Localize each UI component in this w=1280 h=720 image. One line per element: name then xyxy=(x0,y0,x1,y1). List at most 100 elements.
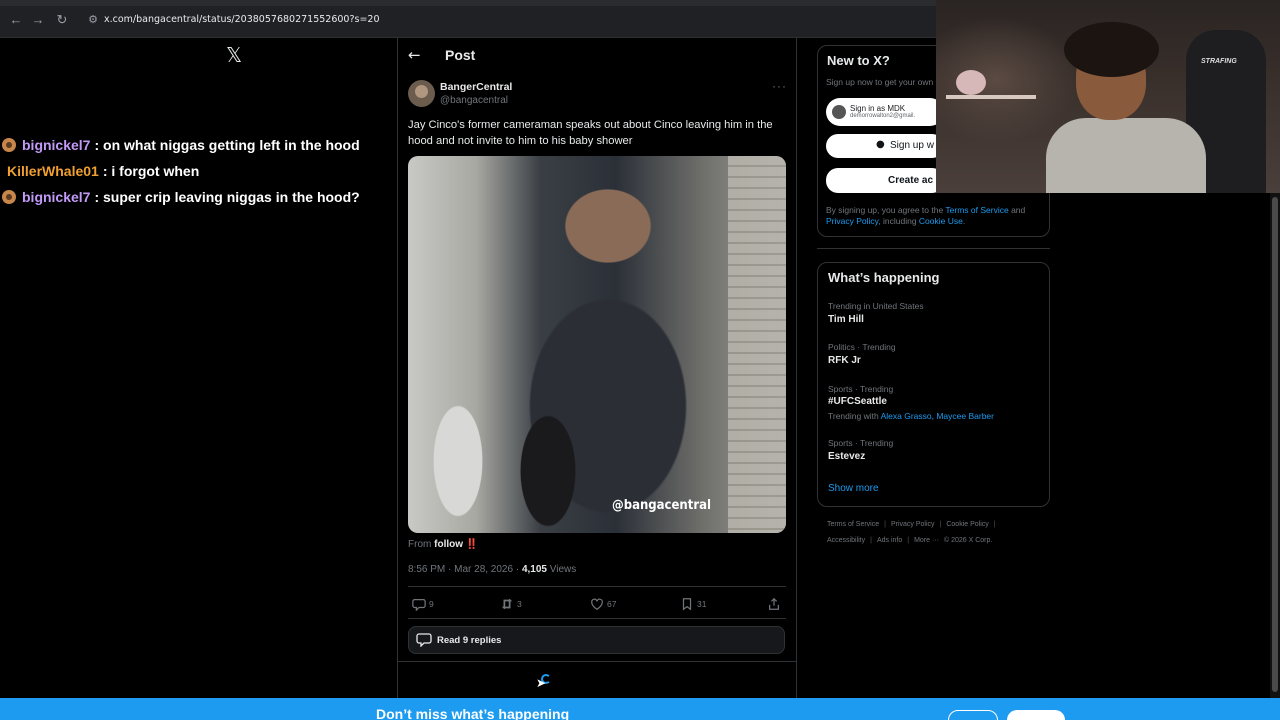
trend-category: Sports · Trending xyxy=(828,438,894,448)
footer-link[interactable]: Cookie Policy xyxy=(946,521,988,528)
trend-item[interactable]: #UFCSeattle xyxy=(828,396,887,407)
share-button[interactable] xyxy=(767,596,784,612)
post-meta: 8:56 PM · Mar 28, 2026 · 4,105 Views xyxy=(408,564,576,575)
post-time[interactable]: 8:56 PM · Mar 28, 2026 · xyxy=(408,564,522,575)
signup-subtitle: Sign up now to get your own xyxy=(826,77,934,87)
trend-category: Trending in United States xyxy=(828,301,924,311)
footer-link[interactable]: Ads info xyxy=(877,537,902,544)
views-count: 4,105 xyxy=(521,564,547,575)
chat-text: : super crip leaving niggas in the hood? xyxy=(94,189,360,205)
reply-bubble-icon xyxy=(416,633,432,647)
divider xyxy=(408,618,786,619)
terms-text: . xyxy=(962,216,966,226)
page-scrollbar[interactable] xyxy=(1270,193,1280,698)
footer-separator: | xyxy=(939,521,942,528)
banner-login-button[interactable] xyxy=(948,710,998,720)
forward-arrow-icon[interactable]: → xyxy=(30,12,46,28)
chat-message: bignickel7 : on what niggas getting left… xyxy=(2,132,382,158)
show-more-link[interactable]: Show more xyxy=(828,483,879,494)
url-text: x.com/bangacentral/status/20380576802715… xyxy=(104,14,380,25)
reply-icon xyxy=(412,599,426,611)
footer-separator: | xyxy=(884,521,886,528)
footer-links-row: Terms of Service | Privacy Policy | Cookie P… xyxy=(827,521,1037,528)
address-bar[interactable]: ⚙ x.com/bangacentral/status/203805768027… xyxy=(80,9,940,31)
trend-item[interactable]: Tim Hill xyxy=(828,314,864,325)
trend-item[interactable]: Estevez xyxy=(828,451,865,462)
terms-notice: By signing up, you agree to the Terms of… xyxy=(826,205,1041,227)
mouse-cursor-icon: ➤ xyxy=(536,676,547,690)
author-name[interactable]: BangerCentral xyxy=(440,81,512,93)
copyright: © 2026 X Corp. xyxy=(943,537,993,544)
x-logo-icon[interactable]: 𝕏 xyxy=(226,44,246,66)
from-name[interactable]: follow xyxy=(434,539,463,550)
terms-text: By signing up, you agree to the xyxy=(826,205,946,215)
bookmark-button[interactable]: 31 xyxy=(680,596,706,612)
create-account-button[interactable]: Create ac xyxy=(826,168,944,193)
reply-button[interactable]: 9 xyxy=(412,596,434,612)
column-divider xyxy=(796,38,797,698)
like-button[interactable]: 67 xyxy=(590,596,616,612)
apple-signup-label: Sign up w xyxy=(890,140,934,151)
chat-message: bignickel7 : super crip leaving niggas i… xyxy=(2,184,382,210)
webcam-decoration xyxy=(956,70,986,95)
read-replies-label: Read 9 replies xyxy=(437,635,502,646)
terms-link[interactable]: Terms of Service xyxy=(945,205,1008,215)
from-emoji: ‼️ xyxy=(465,539,479,550)
banner-text: Don’t miss what’s happening xyxy=(376,706,570,720)
back-arrow-icon[interactable]: ← xyxy=(408,46,421,64)
footer-separator: | xyxy=(870,537,872,544)
more-options-icon[interactable]: ··· xyxy=(772,79,787,93)
post-video[interactable]: @bangacentral xyxy=(408,156,786,533)
repost-icon xyxy=(501,598,513,610)
google-signin-button[interactable]: Sign in as MDK demorrowalton2@gmail. xyxy=(826,98,944,126)
bookmark-icon xyxy=(682,598,692,611)
divider xyxy=(408,586,786,587)
trend-category: Sports · Trending xyxy=(828,384,894,394)
reload-icon[interactable]: ↻ xyxy=(54,12,70,28)
trend-category: Politics · Trending xyxy=(828,342,896,352)
repost-count: 3 xyxy=(517,599,522,609)
back-arrow-icon[interactable]: ← xyxy=(8,12,24,28)
footer-link[interactable]: Terms of Service xyxy=(827,521,879,528)
chat-username: bignickel7 xyxy=(22,189,91,205)
video-frame-siding xyxy=(728,156,786,533)
trend-related: Trending with Alexa Grasso, Maycee Barbe… xyxy=(828,411,994,421)
chat-badge-icon xyxy=(2,138,16,152)
terms-text: and xyxy=(1008,205,1026,215)
webcam-overlay: STRAFING xyxy=(936,0,1280,193)
webcam-shelf xyxy=(946,95,1036,99)
trend-related-links[interactable]: Alexa Grasso, Maycee Barber xyxy=(881,411,994,421)
trend-item[interactable]: RFK Jr xyxy=(828,355,861,366)
views-label: Views xyxy=(546,564,577,575)
google-signin-name: Sign in as MDK xyxy=(850,104,906,113)
reply-count: 9 xyxy=(429,599,434,609)
apple-signup-button[interactable]: ● Sign up w xyxy=(826,134,944,158)
author-avatar[interactable] xyxy=(408,80,435,107)
footer-separator: | xyxy=(907,537,910,544)
cookie-link[interactable]: Cookie Use xyxy=(919,216,963,226)
read-replies-button[interactable]: Read 9 replies xyxy=(408,626,785,654)
bottom-signup-banner: Don’t miss what’s happening xyxy=(0,698,1280,720)
divider xyxy=(817,248,1050,249)
footer-links-row: Accessibility | Ads info | More ··· © 2026 X … xyxy=(827,537,1037,544)
divider xyxy=(398,661,796,662)
banner-signup-button[interactable] xyxy=(1007,710,1065,720)
create-account-label: Create ac xyxy=(888,175,934,186)
chat-username: KillerWhale01 xyxy=(7,163,99,179)
heart-icon xyxy=(591,598,603,610)
signup-title: New to X? xyxy=(827,53,890,68)
terms-text: , including xyxy=(878,216,919,226)
video-frame-people xyxy=(408,351,598,533)
column-divider xyxy=(397,38,398,698)
footer-link[interactable]: Accessibility xyxy=(827,537,865,544)
bookmark-count: 31 xyxy=(697,599,707,609)
repost-button[interactable]: 3 xyxy=(500,596,522,612)
author-handle[interactable]: @bangacentral xyxy=(440,95,508,106)
site-settings-icon[interactable]: ⚙ xyxy=(86,13,100,27)
scrollbar-thumb[interactable] xyxy=(1272,197,1278,692)
trends-title: What’s happening xyxy=(828,270,940,285)
footer-link[interactable]: More ··· xyxy=(914,537,939,544)
video-watermark: @bangacentral xyxy=(612,498,712,513)
privacy-link[interactable]: Privacy Policy xyxy=(826,216,878,226)
footer-link[interactable]: Privacy Policy xyxy=(891,521,935,528)
